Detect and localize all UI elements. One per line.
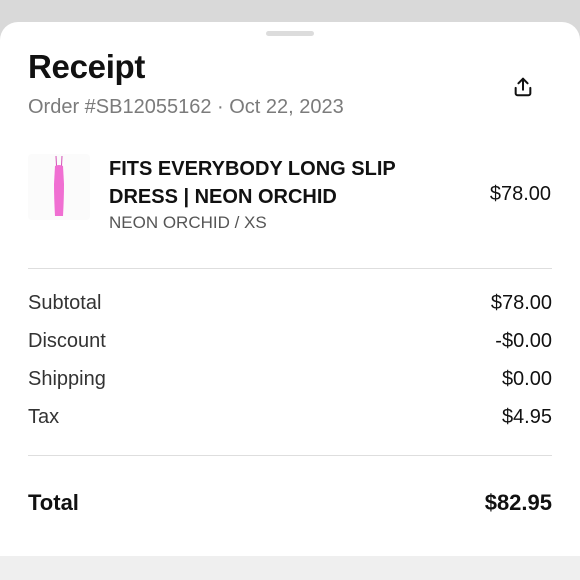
total-label: Total <box>28 490 79 515</box>
drag-handle[interactable] <box>266 31 314 36</box>
subtotal-value: $78.00 <box>490 292 552 314</box>
total-value: $82.95 <box>484 490 552 515</box>
discount-label: Discount <box>28 330 106 352</box>
order-info: Order #SB12055162 · Oct 22, 2023 <box>28 96 344 118</box>
total-row: Total $82.95 <box>28 490 552 516</box>
tax-label: Tax <box>28 406 60 428</box>
dress-image <box>54 155 64 216</box>
product-thumbnail[interactable] <box>28 154 90 220</box>
divider <box>28 455 552 456</box>
product-variant: NEON ORCHID / XS <box>109 213 267 232</box>
product-name[interactable]: FITS EVERYBODY LONG SLIP DRESS | NEON OR… <box>109 155 429 211</box>
discount-value: -$0.00 <box>495 330 552 352</box>
shipping-value: $0.00 <box>501 368 552 390</box>
bottom-strip <box>0 556 580 580</box>
shipping-row: Shipping $0.00 <box>28 368 552 391</box>
tax-row: Tax $4.95 <box>28 406 552 429</box>
discount-row: Discount -$0.00 <box>28 330 552 353</box>
divider <box>28 268 552 269</box>
share-icon <box>514 77 532 97</box>
product-price: $78.00 <box>489 183 551 205</box>
subtotal-label: Subtotal <box>28 292 102 314</box>
receipt-sheet: Receipt Order #SB12055162 · Oct 22, 2023… <box>0 22 580 556</box>
shipping-label: Shipping <box>28 368 106 390</box>
subtotal-row: Subtotal $78.00 <box>28 292 552 315</box>
page-title: Receipt <box>28 48 146 85</box>
tax-value: $4.95 <box>501 406 552 428</box>
share-button[interactable] <box>508 72 538 102</box>
